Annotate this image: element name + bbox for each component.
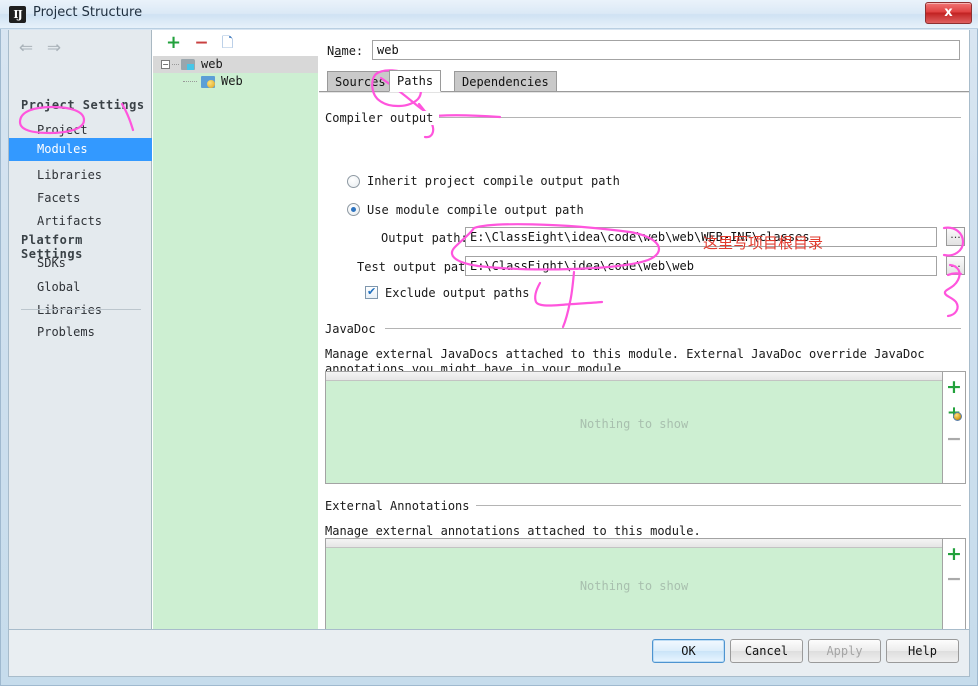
external-annotations-list-buttons: + − [943,538,966,629]
sidebar-item-libraries[interactable]: Libraries [9,164,152,187]
javadoc-add-from-url-icon[interactable]: + [943,403,965,423]
javadoc-add-icon[interactable]: + [943,376,965,398]
radio-module-output-path[interactable] [347,203,360,216]
intellij-idea-icon: IJ [9,6,26,23]
tree-node-web-module[interactable]: − web [153,56,318,73]
exclude-output-paths-checkbox[interactable] [365,285,378,299]
sidebar-item-sdks[interactable]: SDKs [9,252,152,275]
exclude-output-paths-label: Exclude output paths [385,286,530,300]
javadoc-list-header [326,372,942,381]
javadoc-empty-message: Nothing to show [579,417,689,431]
collapse-icon[interactable]: − [161,60,170,69]
close-icon[interactable]: x [925,2,972,24]
external-annotations-list-header [326,539,942,548]
sidebar-group-project-settings: Project Settings [21,98,145,112]
main-panel: Name: Sources Paths Dependencies Compile… [319,30,969,629]
output-path-browse-button[interactable]: ... [946,227,965,246]
sidebar-item-problems[interactable]: Problems [9,321,152,344]
sidebar-item-global-libraries[interactable]: Global Libraries [9,276,152,317]
module-tree: − web Web [153,56,318,629]
screen: IJ Project Structure x ⇐ ⇒ Project Setti… [0,0,978,686]
remove-module-icon[interactable]: − [191,33,212,53]
name-label: Name: [327,44,364,58]
annotation-note-text: 这里写项目根目录 [703,234,824,252]
cancel-button[interactable]: Cancel [730,639,803,663]
nav-history: ⇐ ⇒ [15,38,75,60]
external-annotations-rule [455,505,961,506]
compiler-output-section-title: Compiler output [325,111,440,125]
javadoc-list-buttons: + + − [943,371,966,484]
tree-node-label: web [201,57,223,71]
tab-sources[interactable]: Sources [327,71,394,92]
add-module-icon[interactable]: + [163,33,184,53]
radio-module-output-path-label: Use module compile output path [367,203,584,217]
sidebar: ⇐ ⇒ Project Settings Project Modules Lib… [9,30,152,629]
tab-paths[interactable]: Paths [389,70,442,92]
globe-icon [953,412,962,421]
window-title: Project Structure [33,5,143,20]
back-arrow-icon[interactable]: ⇐ [15,38,37,58]
copy-module-icon[interactable]: 🗋 [217,33,238,53]
apply-button[interactable]: Apply [808,639,881,663]
sidebar-item-facets[interactable]: Facets [9,187,152,210]
external-annotations-description: Manage external annotations attached to … [325,524,701,538]
sidebar-item-artifacts[interactable]: Artifacts [9,210,152,233]
dialog-footer: OK Cancel Apply Help [8,630,970,677]
tab-dependencies[interactable]: Dependencies [454,71,557,92]
module-tree-panel: + − 🗋 − web Web [153,30,318,629]
dialog-content: ⇐ ⇒ Project Settings Project Modules Lib… [8,30,970,630]
web-facet-icon [201,76,215,88]
test-output-path-browse-button[interactable]: ... [946,256,965,275]
tree-connector [183,81,197,82]
radio-inherit-output-path-label: Inherit project compile output path [367,174,620,188]
javadoc-remove-icon[interactable]: − [943,428,965,450]
tree-node-label: Web [221,74,243,88]
sidebar-item-modules[interactable]: Modules [9,138,152,161]
help-button[interactable]: Help [886,639,959,663]
forward-arrow-icon[interactable]: ⇒ [43,38,65,58]
javadoc-section-title: JavaDoc [325,322,382,336]
external-annotations-list[interactable]: Nothing to show [325,538,943,629]
tree-connector [172,64,179,65]
title-bar: IJ Project Structure x [0,0,978,29]
output-path-input[interactable] [465,227,937,247]
output-path-label: Output path: [381,231,468,245]
external-annotations-empty-message: Nothing to show [579,579,689,593]
test-output-path-label: Test output path: [357,260,480,274]
module-folder-icon [181,59,195,70]
javadoc-rule [385,328,961,329]
module-tree-toolbar: + − 🗋 [153,30,318,56]
javadoc-list[interactable]: Nothing to show [325,371,943,484]
ok-button[interactable]: OK [652,639,725,663]
tab-underline-shadow [319,92,969,93]
external-annotations-remove-icon[interactable]: − [943,568,965,590]
radio-inherit-output-path[interactable] [347,175,360,188]
module-name-input[interactable] [372,40,960,60]
sidebar-divider [21,309,141,310]
external-annotations-add-icon[interactable]: + [943,543,965,565]
compiler-output-rule [431,117,961,118]
tree-node-web-facet[interactable]: Web [153,73,318,90]
test-output-path-input[interactable] [465,256,937,276]
external-annotations-section-title: External Annotations [325,499,476,513]
